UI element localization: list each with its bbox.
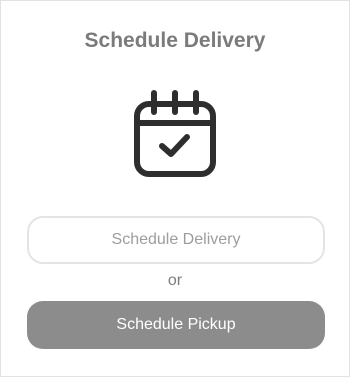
page-title: Schedule Delivery	[84, 29, 266, 52]
schedule-card: Schedule Delivery Schedule Delivery or S…	[0, 0, 350, 377]
schedule-pickup-button[interactable]: Schedule Pickup	[27, 301, 325, 349]
schedule-delivery-button[interactable]: Schedule Delivery	[27, 216, 325, 264]
or-separator: or	[167, 272, 183, 289]
calendar-check-icon	[134, 90, 216, 177]
